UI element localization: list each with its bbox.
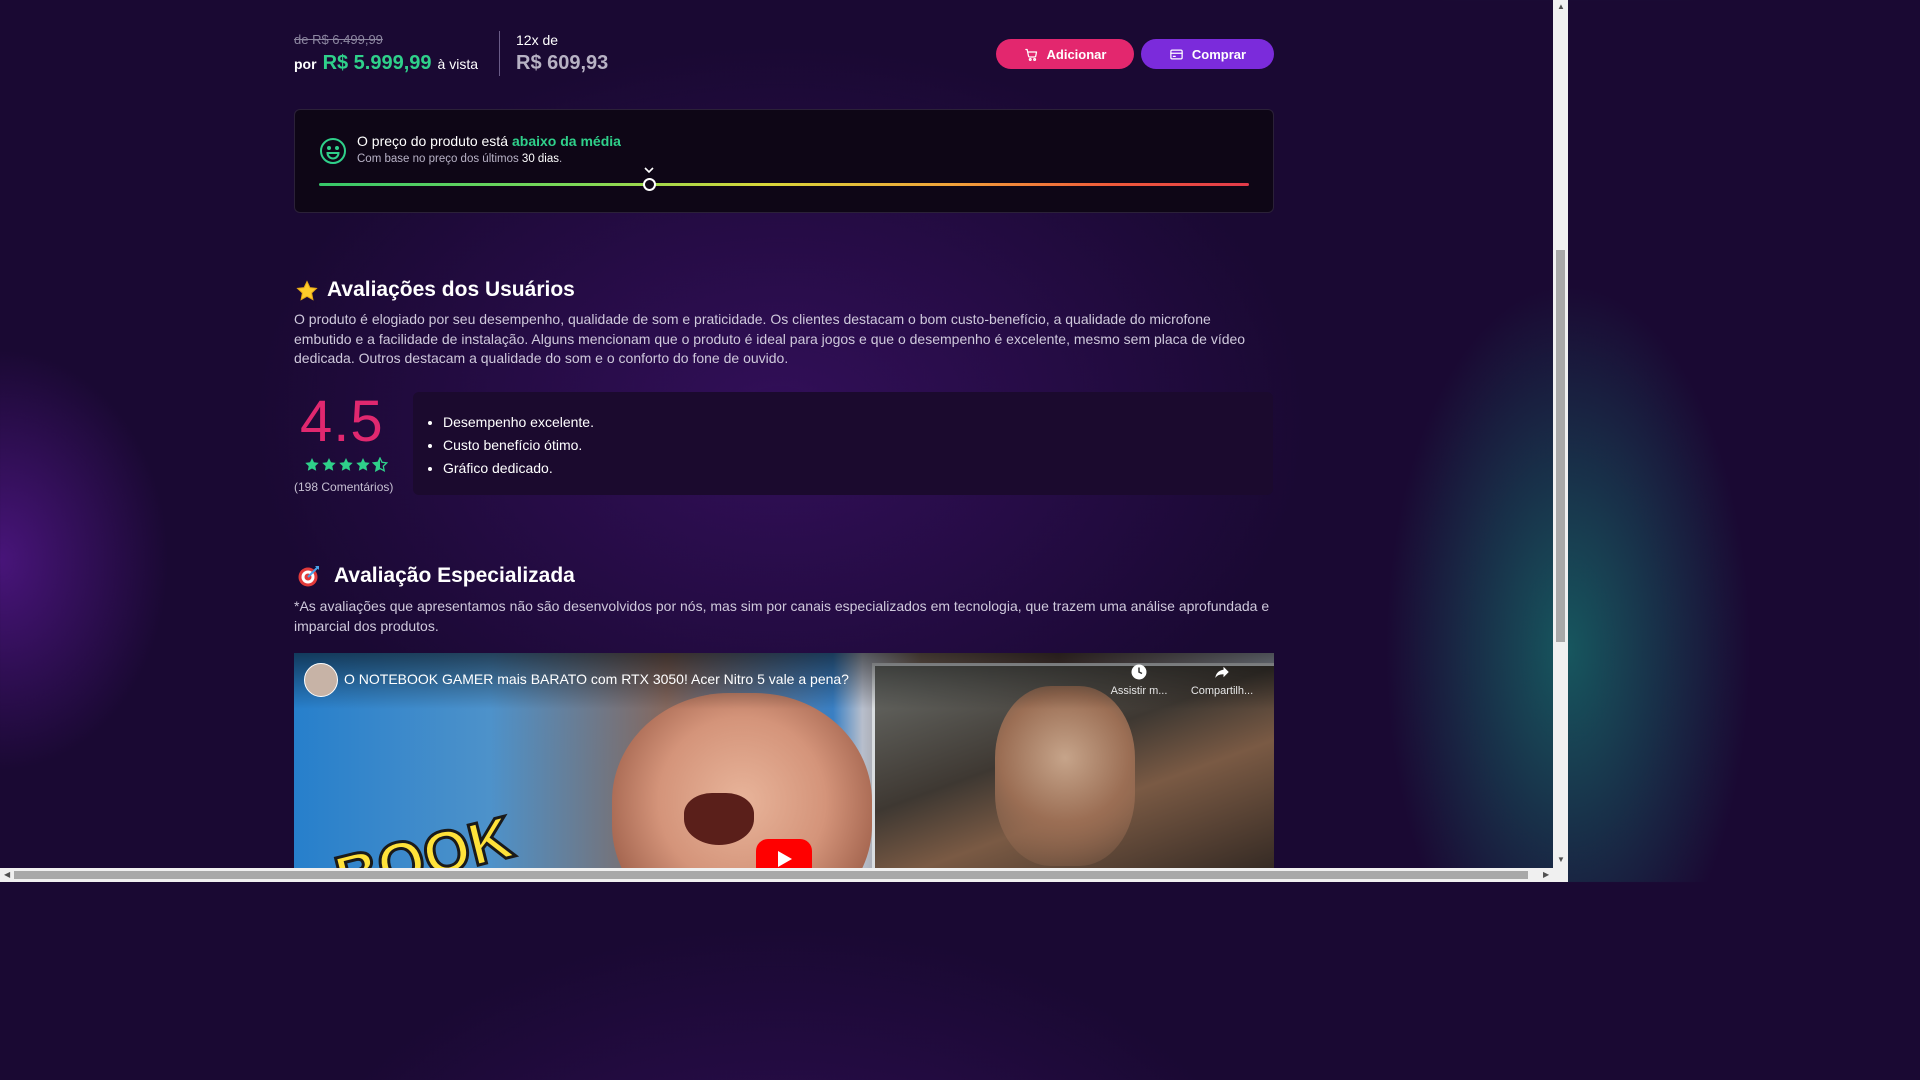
current-price-line: por R$ 5.999,99 à vista <box>294 52 478 75</box>
price-meter-bar <box>319 183 1249 186</box>
scroll-up-arrow[interactable]: ▲ <box>1557 3 1565 11</box>
star-icon <box>339 458 353 471</box>
play-icon <box>778 851 792 867</box>
smile-icon <box>320 138 346 164</box>
pros-list: Desempenho excelente. Custo benefício ót… <box>413 411 594 480</box>
price-meter-statement: O preço do produto está <box>357 133 508 149</box>
share-button[interactable]: Compartilh... <box>1187 663 1257 697</box>
pros-card: Desempenho excelente. Custo benefício ót… <box>413 392 1273 495</box>
star-icon <box>322 458 336 471</box>
price-meter-sub-suffix: . <box>559 153 563 165</box>
channel-avatar[interactable] <box>304 663 338 697</box>
reviews-count: (198 Comentários) <box>294 480 394 494</box>
vertical-scrollbar-thumb[interactable] <box>1556 250 1565 642</box>
price-divider <box>499 31 500 76</box>
por-label: por <box>294 56 317 72</box>
video-thumbnail-face <box>612 693 872 868</box>
scroll-down-arrow[interactable]: ▼ <box>1557 856 1565 864</box>
share-icon <box>1215 666 1229 678</box>
scroll-left-arrow[interactable]: ◀ <box>4 871 10 879</box>
list-item: Gráfico dedicado. <box>443 457 594 480</box>
user-reviews-title: Avaliações dos Usuários <box>327 278 575 301</box>
chevron-down-icon <box>644 167 654 174</box>
video-title[interactable]: O NOTEBOOK GAMER mais BARATO com RTX 305… <box>344 671 849 687</box>
star-icon <box>356 458 370 471</box>
watch-later-label: Assistir m... <box>1110 685 1168 697</box>
expert-review-disclaimer: *As avaliações que apresentamos não são … <box>294 598 1270 634</box>
price-meter-indicator <box>642 178 656 191</box>
share-label: Compartilh... <box>1190 685 1254 697</box>
price-meter-subtext: Com base no preço dos últimos 30 dias. <box>357 153 562 165</box>
add-to-cart-button[interactable]: Adicionar <box>996 39 1134 69</box>
installments-label: 12x de <box>516 32 559 48</box>
target-icon <box>298 566 319 587</box>
price-meter-text: O preço do produto está abaixo da média <box>357 133 621 149</box>
play-button[interactable] <box>756 839 812 868</box>
cash-label: à vista <box>437 56 479 72</box>
user-reviews-summary: O produto é elogiado por seu desempenho,… <box>294 311 1246 366</box>
current-price: R$ 5.999,99 <box>322 52 432 74</box>
video-thumbnail-character <box>995 686 1135 866</box>
buy-label: Comprar <box>1191 46 1247 62</box>
list-item: Desempenho excelente. <box>443 411 594 434</box>
star-icon <box>296 280 318 301</box>
price-meter-sub-prefix: Com base no preço dos últimos <box>357 153 519 165</box>
price-meter-highlight: abaixo da média <box>512 133 621 149</box>
video-thumbnail-mouth <box>684 793 754 845</box>
watch-later-button[interactable]: Assistir m... <box>1104 663 1174 697</box>
scroll-right-arrow[interactable]: ▶ <box>1543 871 1549 879</box>
horizontal-scrollbar-thumb[interactable] <box>14 871 1528 879</box>
rating-stars <box>304 457 388 473</box>
buy-button[interactable]: Comprar <box>1141 39 1274 69</box>
star-icon <box>305 458 319 471</box>
installment-value: R$ 609,93 <box>516 52 609 74</box>
clock-icon <box>1131 664 1147 680</box>
add-to-cart-label: Adicionar <box>1046 46 1107 62</box>
price-meter-days: 30 dias <box>521 153 560 165</box>
cart-icon <box>1024 48 1037 61</box>
star-icon <box>372 457 388 473</box>
old-price: de R$ 6.499,99 <box>294 32 383 47</box>
video-embed[interactable]: BOOK O NOTEBOOK GAMER mais BARATO com RT… <box>294 653 1274 868</box>
video-thumbnail-text: BOOK <box>327 802 521 868</box>
expert-review-title: Avaliação Especializada <box>334 564 575 587</box>
list-item: Custo benefício ótimo. <box>443 434 594 457</box>
credit-card-icon <box>1170 49 1183 59</box>
rating-score: 4.5 <box>300 389 384 454</box>
